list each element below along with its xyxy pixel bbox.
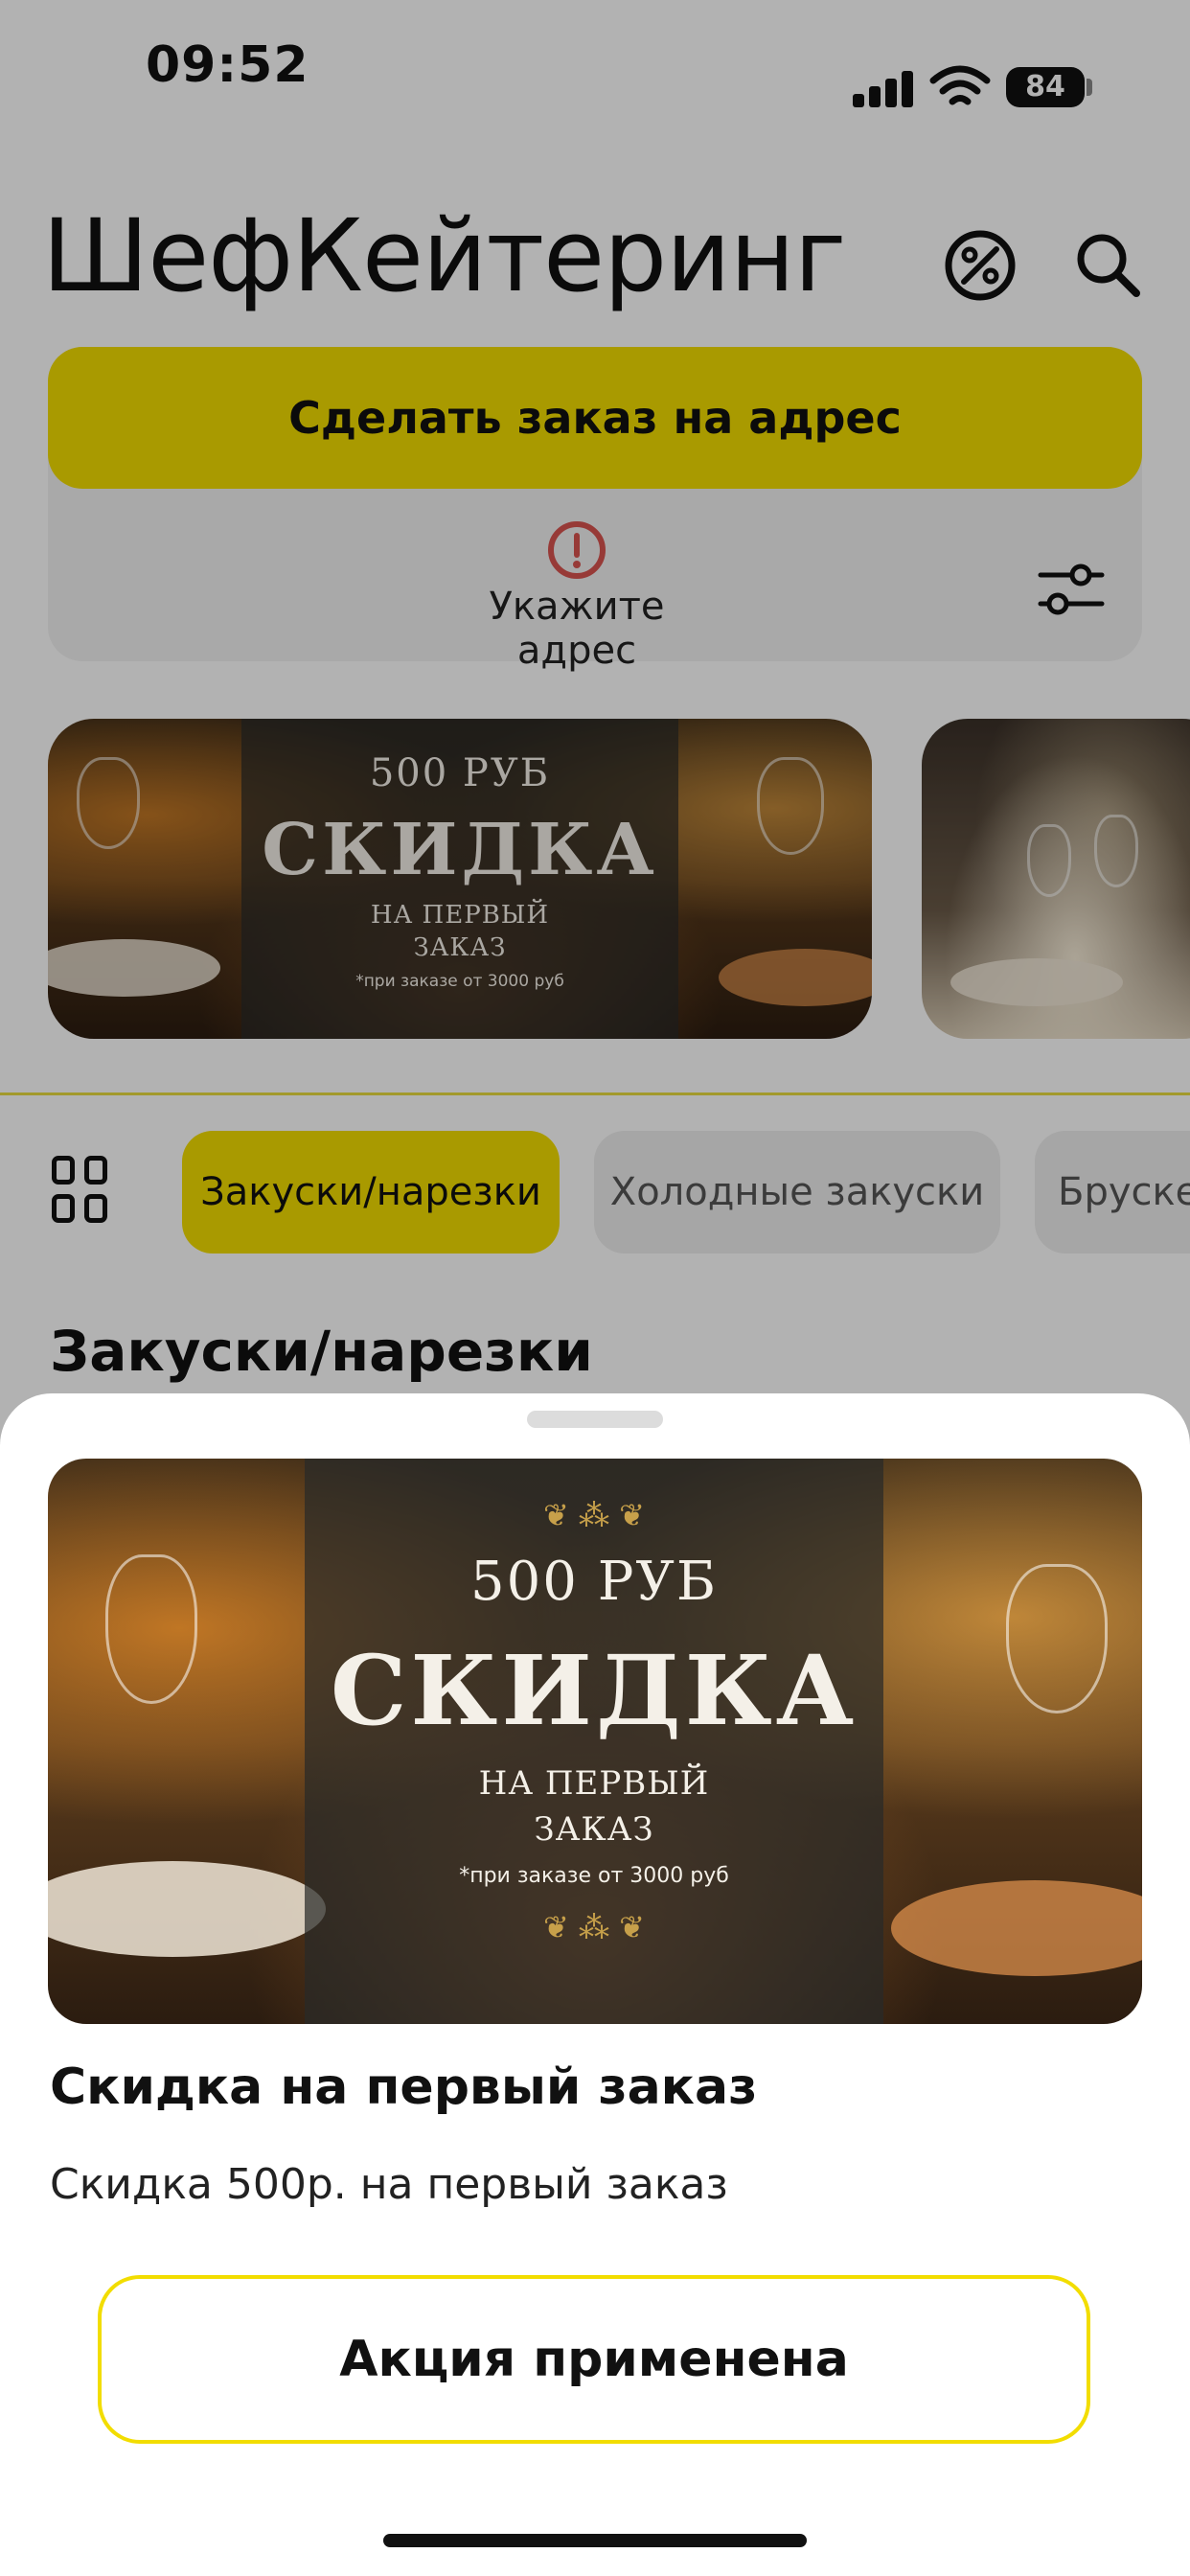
app-screen: 09:52 84 ШефКейтеринг Сделать заказ на а… xyxy=(0,0,1190,2576)
promo-note: *при заказе от 3000 руб xyxy=(459,1864,729,1888)
home-indicator[interactable] xyxy=(383,2534,807,2547)
ornament-bottom-icon: ❦ ⁂ ❦ xyxy=(543,1909,645,1945)
promo-line-2: ЗАКАЗ xyxy=(534,1810,654,1849)
wine-glass-image xyxy=(105,1554,197,1704)
sheet-grabber-handle[interactable] xyxy=(527,1411,663,1428)
promo-description: Скидка 500р. на первый заказ xyxy=(50,2160,728,2209)
ornament-top-icon: ❦ ⁂ ❦ xyxy=(543,1497,645,1533)
promo-applied-button[interactable]: Акция применена xyxy=(98,2275,1090,2444)
promo-headline: СКИДКА xyxy=(330,1634,858,1747)
promo-title: Скидка на первый заказ xyxy=(50,2058,758,2116)
promo-line-1: НА ПЕРВЫЙ xyxy=(478,1764,710,1803)
wine-glass-image xyxy=(1006,1564,1108,1714)
promo-text-panel: ❦ ⁂ ❦ 500 РУБ СКИДКА НА ПЕРВЫЙ ЗАКАЗ *пр… xyxy=(305,1459,883,2024)
sheet-promo-banner: ❦ ⁂ ❦ 500 РУБ СКИДКА НА ПЕРВЫЙ ЗАКАЗ *пр… xyxy=(48,1459,1142,2024)
promo-amount: 500 РУБ xyxy=(470,1551,718,1613)
